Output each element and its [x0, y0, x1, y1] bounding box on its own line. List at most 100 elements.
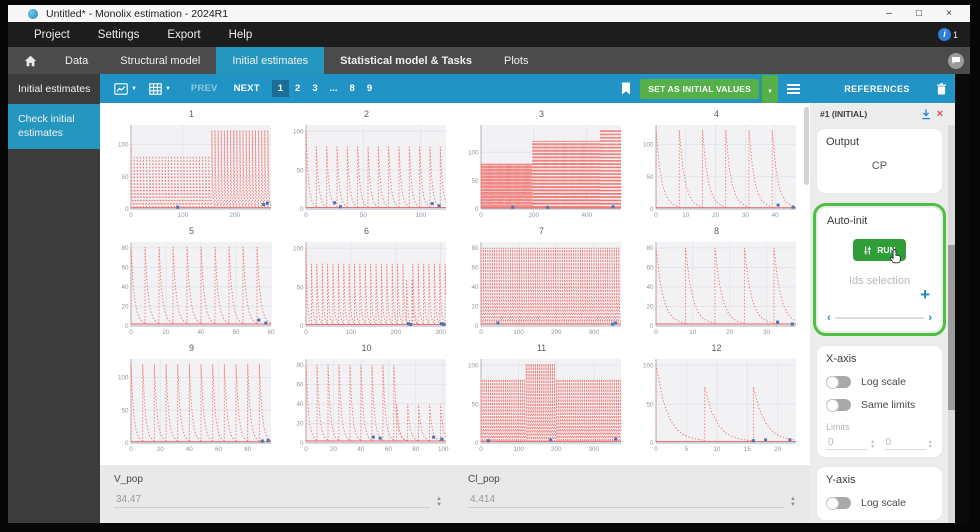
- parameter-strip: V_pop ▲▼ Cl_pop ▲▼: [100, 465, 810, 523]
- xaxis-same-limits-toggle[interactable]: [826, 398, 851, 412]
- svg-text:0: 0: [654, 329, 658, 336]
- scroll-track[interactable]: [834, 317, 925, 319]
- plot-title: 9: [188, 343, 194, 353]
- feedback-chat-button[interactable]: [948, 52, 964, 69]
- svg-text:50: 50: [646, 174, 654, 181]
- notifications-icon[interactable]: i: [937, 28, 951, 41]
- xaxis-limit-max-input[interactable]: [883, 436, 926, 450]
- close-button[interactable]: ×: [934, 8, 964, 19]
- set-as-initial-values-button[interactable]: SET AS INITIAL VALUES: [640, 78, 760, 99]
- param-stepper-cl-pop[interactable]: ▲ ▼: [790, 496, 796, 508]
- plot-9: 9 0 20 40 60 80 0 50 100: [104, 341, 279, 458]
- references-scrollbar-thumb[interactable]: [948, 245, 955, 410]
- menu-item-project[interactable]: Project: [20, 29, 84, 41]
- svg-text:10: 10: [713, 446, 721, 453]
- prev-page-button[interactable]: PREV: [191, 83, 218, 94]
- plot-title: 4: [713, 109, 719, 119]
- scroll-right-icon[interactable]: ›: [928, 313, 932, 324]
- svg-text:10: 10: [689, 329, 697, 336]
- svg-text:100: 100: [415, 212, 426, 219]
- download-icon[interactable]: [921, 109, 931, 120]
- svg-text:80: 80: [646, 245, 654, 252]
- tab-initial-estimates[interactable]: Initial estimates: [216, 47, 325, 74]
- grid-layout-dropdown[interactable]: ▼: [149, 82, 171, 95]
- next-page-button[interactable]: NEXT: [234, 83, 260, 94]
- svg-text:40: 40: [771, 212, 779, 219]
- svg-text:300: 300: [588, 446, 599, 453]
- plot-title: 6: [363, 226, 369, 236]
- xaxis-log-scale-toggle[interactable]: [826, 375, 851, 389]
- xaxis-limit-min-input[interactable]: [826, 436, 869, 450]
- menu-item-help[interactable]: Help: [215, 29, 267, 41]
- menu-item-export[interactable]: Export: [153, 29, 214, 41]
- svg-text:60: 60: [296, 382, 304, 389]
- plot-title: 3: [538, 109, 544, 119]
- set-values-dropdown[interactable]: ▼: [761, 74, 778, 103]
- plot-4: 4 0 10 20 30 40 0 50 100: [629, 107, 804, 224]
- svg-text:80: 80: [412, 446, 420, 453]
- plots-scrollbar-thumb[interactable]: [804, 107, 809, 185]
- svg-text:0: 0: [129, 212, 133, 219]
- param-stepper-v-pop[interactable]: ▲ ▼: [436, 496, 442, 508]
- svg-text:100: 100: [292, 128, 303, 135]
- page-button-9[interactable]: 9: [361, 80, 378, 97]
- plot-type-dropdown[interactable]: ▼: [114, 82, 137, 95]
- yaxis-log-scale-toggle[interactable]: [826, 496, 851, 510]
- svg-text:40: 40: [197, 329, 205, 336]
- svg-text:40: 40: [121, 284, 129, 291]
- autoinit-highlight: Auto-init RUN Ids selection + ‹ ›: [813, 203, 946, 336]
- trash-icon[interactable]: [936, 82, 947, 95]
- page-button-2[interactable]: 2: [289, 80, 306, 97]
- xaxis-limits-label: Limits: [826, 422, 850, 432]
- svg-text:80: 80: [267, 329, 275, 336]
- home-tab[interactable]: [8, 47, 49, 74]
- tab-structural-model[interactable]: Structural model: [104, 47, 216, 74]
- svg-text:15: 15: [743, 446, 751, 453]
- svg-text:20: 20: [646, 304, 654, 311]
- reference-entry-label: #1 (INITIAL): [820, 109, 868, 119]
- plot-chart: 0 100 200 0 50 100: [107, 120, 277, 227]
- svg-text:100: 100: [513, 329, 524, 336]
- maximize-button[interactable]: □: [904, 8, 934, 19]
- xaxis-limit-max-stepper[interactable]: ▲ ▼: [928, 439, 933, 450]
- yaxis-card: Y-axis Log scale: [817, 467, 942, 520]
- plot-1: 1 0 100 200 0 50 100: [104, 107, 279, 224]
- tab-data[interactable]: Data: [49, 47, 104, 74]
- svg-text:10: 10: [682, 212, 690, 219]
- menu-item-settings[interactable]: Settings: [84, 29, 154, 41]
- param-value-input-cl-pop[interactable]: [468, 492, 785, 508]
- svg-text:200: 200: [390, 329, 401, 336]
- page-button-8[interactable]: 8: [344, 80, 361, 97]
- svg-text:400: 400: [581, 212, 592, 219]
- sidebar-item-initial-estimates[interactable]: Initial estimates: [8, 74, 100, 104]
- plot-chart: 0 20 40 60 80 100 0 20 40 60 80: [282, 354, 452, 461]
- svg-text:5: 5: [684, 446, 688, 453]
- menu-icon[interactable]: [787, 83, 800, 94]
- page-button-1[interactable]: 1: [271, 80, 290, 97]
- svg-text:0: 0: [124, 206, 128, 213]
- references-scrollbar[interactable]: [948, 125, 955, 523]
- sidebar-item-check-initial-estimates[interactable]: Check initial estimates: [8, 104, 100, 149]
- yaxis-title: Y-axis: [826, 474, 856, 486]
- svg-text:20: 20: [156, 446, 164, 453]
- ids-horizontal-scrollbar[interactable]: ‹ ›: [827, 313, 932, 324]
- xaxis-limit-min-stepper[interactable]: ▲ ▼: [870, 439, 875, 450]
- tab-plots[interactable]: Plots: [488, 47, 544, 74]
- main-area: ▼ ▼ PREV NEXT 1 2 3... 8 9 SET AS INITIAL VA…: [100, 74, 810, 523]
- plot-title: 1: [188, 109, 194, 119]
- output-value: CP: [871, 160, 888, 172]
- plots-scrollbar[interactable]: [804, 107, 809, 395]
- remove-reference-icon[interactable]: ×: [937, 109, 943, 120]
- param-value-input-v-pop[interactable]: [114, 492, 431, 508]
- svg-text:40: 40: [646, 284, 654, 291]
- minimize-button[interactable]: –: [874, 8, 904, 19]
- page-button-3[interactable]: 3: [306, 80, 323, 97]
- scroll-left-icon[interactable]: ‹: [827, 313, 831, 324]
- bookmark-icon[interactable]: [621, 82, 631, 95]
- tab-statistical-model-tasks[interactable]: Statistical model & Tasks: [324, 47, 488, 74]
- svg-text:100: 100: [642, 142, 653, 149]
- chat-bubble-icon: [952, 57, 960, 64]
- svg-text:200: 200: [528, 212, 539, 219]
- add-ids-button[interactable]: +: [920, 285, 930, 304]
- svg-text:0: 0: [474, 206, 478, 213]
